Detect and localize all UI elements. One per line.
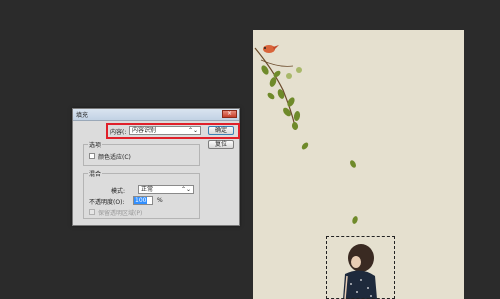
preserve-transparency-label: 保留透明区域(P) bbox=[98, 210, 143, 217]
close-icon[interactable]: × bbox=[222, 110, 237, 118]
mode-select-value: 正常 bbox=[141, 186, 154, 193]
dialog-title: 填充 bbox=[76, 112, 89, 119]
opacity-value: 100 bbox=[134, 197, 148, 204]
canvas-artwork bbox=[254, 45, 377, 299]
blending-legend: 混合 bbox=[88, 169, 103, 178]
options-group: 选项 颜色适应(C) bbox=[83, 140, 200, 166]
opacity-label: 不透明度(O): bbox=[89, 199, 125, 206]
mode-select[interactable]: 正常 ⌃⌄ bbox=[138, 185, 194, 194]
ok-button[interactable]: 确定 bbox=[208, 126, 234, 135]
color-adaptation-checkbox[interactable] bbox=[89, 153, 95, 159]
mode-label: 模式: bbox=[111, 188, 126, 195]
content-label: 内容(: bbox=[110, 129, 127, 136]
document-canvas[interactable] bbox=[253, 30, 464, 299]
opacity-input[interactable]: 100 bbox=[133, 196, 153, 205]
bird-icon bbox=[263, 45, 275, 53]
blending-group: 混合 模式: 正常 ⌃⌄ 不透明度(O): 100 % 保留透明区域(P) bbox=[83, 169, 200, 219]
reset-button[interactable]: 复位 bbox=[208, 140, 234, 149]
content-select[interactable]: 内容识别 ⌃⌄ bbox=[129, 126, 201, 135]
preserve-transparency-checkbox[interactable] bbox=[89, 209, 95, 215]
dialog-titlebar[interactable]: 填充 × bbox=[73, 109, 239, 121]
dropdown-icon: ⌃⌄ bbox=[180, 186, 191, 193]
fill-dialog: 填充 × 内容(: 内容识别 ⌃⌄ 确定 复位 选项 颜色适应(C) 混合 模式… bbox=[72, 108, 240, 226]
opacity-unit: % bbox=[157, 197, 163, 204]
leaves bbox=[261, 65, 358, 224]
color-adaptation-label: 颜色适应(C) bbox=[98, 154, 131, 161]
content-select-value: 内容识别 bbox=[132, 127, 157, 134]
girl-figure bbox=[343, 244, 377, 299]
options-legend: 选项 bbox=[88, 140, 103, 149]
dropdown-icon: ⌃⌄ bbox=[187, 127, 198, 134]
